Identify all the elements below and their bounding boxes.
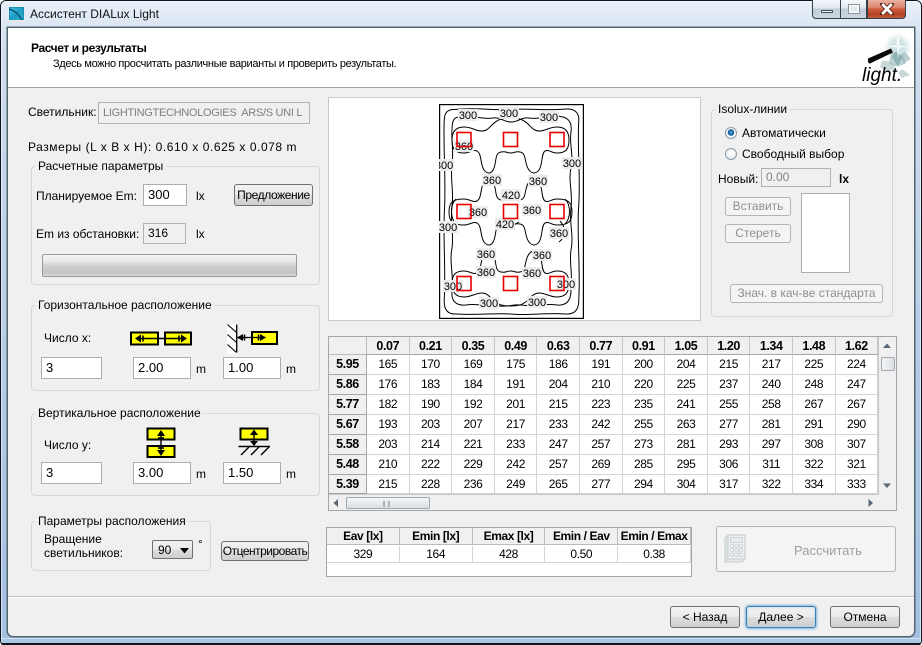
svg-text:360: 360 [533, 250, 551, 262]
svg-text:360: 360 [483, 175, 501, 187]
svg-text:300: 300 [439, 160, 453, 172]
svg-text:300: 300 [439, 222, 457, 234]
svg-text:360: 360 [477, 249, 495, 261]
svg-text:360: 360 [477, 267, 495, 279]
svg-text:360: 360 [523, 268, 541, 280]
svg-text:300: 300 [459, 110, 477, 122]
svg-text:300: 300 [528, 297, 546, 309]
svg-text:300: 300 [540, 112, 558, 124]
svg-text:420: 420 [502, 190, 520, 202]
svg-text:300: 300 [500, 108, 518, 120]
svg-text:360: 360 [523, 205, 541, 217]
svg-text:360: 360 [529, 176, 547, 188]
svg-text:360: 360 [550, 228, 568, 240]
svg-text:300: 300 [480, 298, 498, 310]
svg-text:300: 300 [563, 158, 581, 170]
svg-text:420: 420 [496, 219, 514, 231]
svg-text:300: 300 [557, 279, 575, 291]
